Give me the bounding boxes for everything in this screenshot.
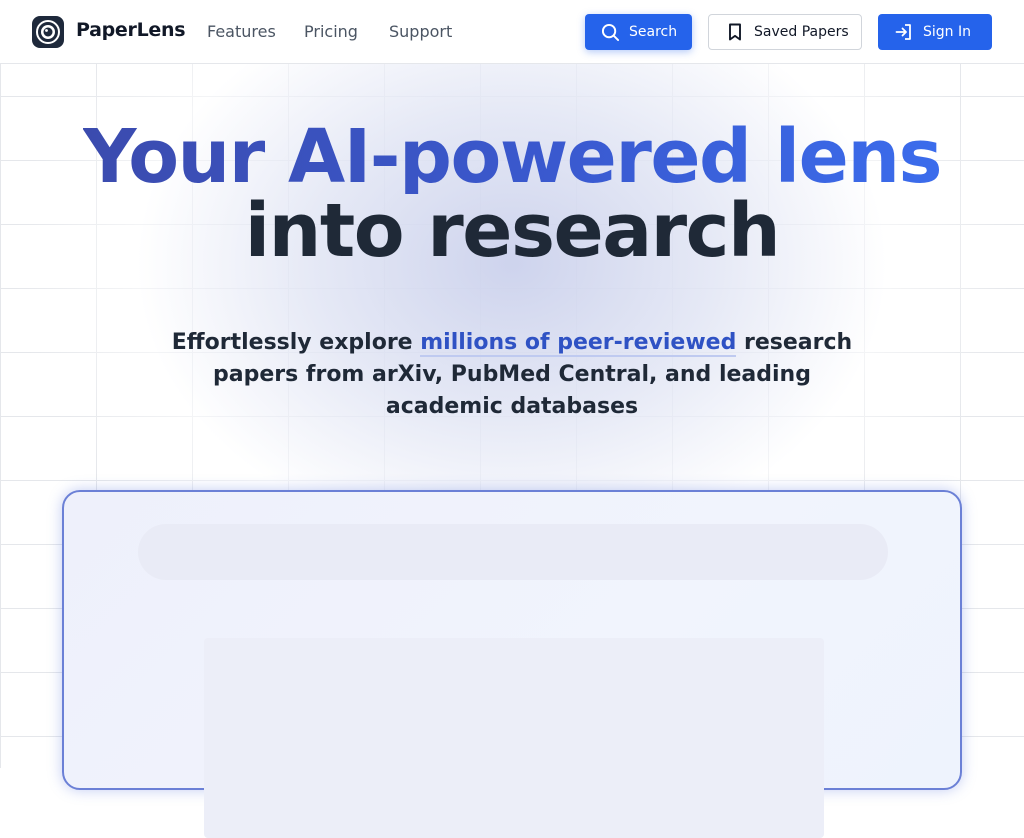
hero-title: Your AI-powered lens into research bbox=[0, 120, 1024, 268]
nav-link-pricing[interactable]: Pricing bbox=[304, 22, 358, 41]
sign-in-icon bbox=[895, 24, 911, 40]
saved-papers-button[interactable]: Saved Papers bbox=[708, 14, 862, 50]
brand-name[interactable]: PaperLens bbox=[76, 19, 186, 41]
sign-in-button[interactable]: Sign In bbox=[878, 14, 992, 50]
search-button-label: Search bbox=[629, 24, 678, 40]
top-navbar: PaperLens Features Pricing Support Searc… bbox=[0, 0, 1024, 64]
camera-lens-icon[interactable] bbox=[32, 16, 64, 48]
bookmark-icon bbox=[729, 23, 741, 41]
saved-papers-label: Saved Papers bbox=[754, 24, 849, 40]
subtitle-text-start: Effortlessly explore bbox=[171, 330, 421, 355]
results-placeholder bbox=[204, 638, 824, 838]
nav-link-features[interactable]: Features bbox=[207, 22, 276, 41]
hero-subtitle: Effortlessly explore millions of peer-re… bbox=[160, 327, 864, 423]
sign-in-label: Sign In bbox=[923, 24, 971, 40]
hero-title-line1: Your AI-powered lens bbox=[82, 114, 943, 200]
search-preview-card bbox=[62, 490, 962, 838]
search-button[interactable]: Search bbox=[585, 14, 692, 50]
search-bar-placeholder bbox=[138, 524, 888, 580]
subtitle-highlight: millions of peer-reviewed bbox=[420, 330, 737, 357]
nav-link-support[interactable]: Support bbox=[389, 22, 452, 41]
hero-title-line2: into research bbox=[244, 188, 781, 274]
search-icon bbox=[601, 23, 620, 41]
